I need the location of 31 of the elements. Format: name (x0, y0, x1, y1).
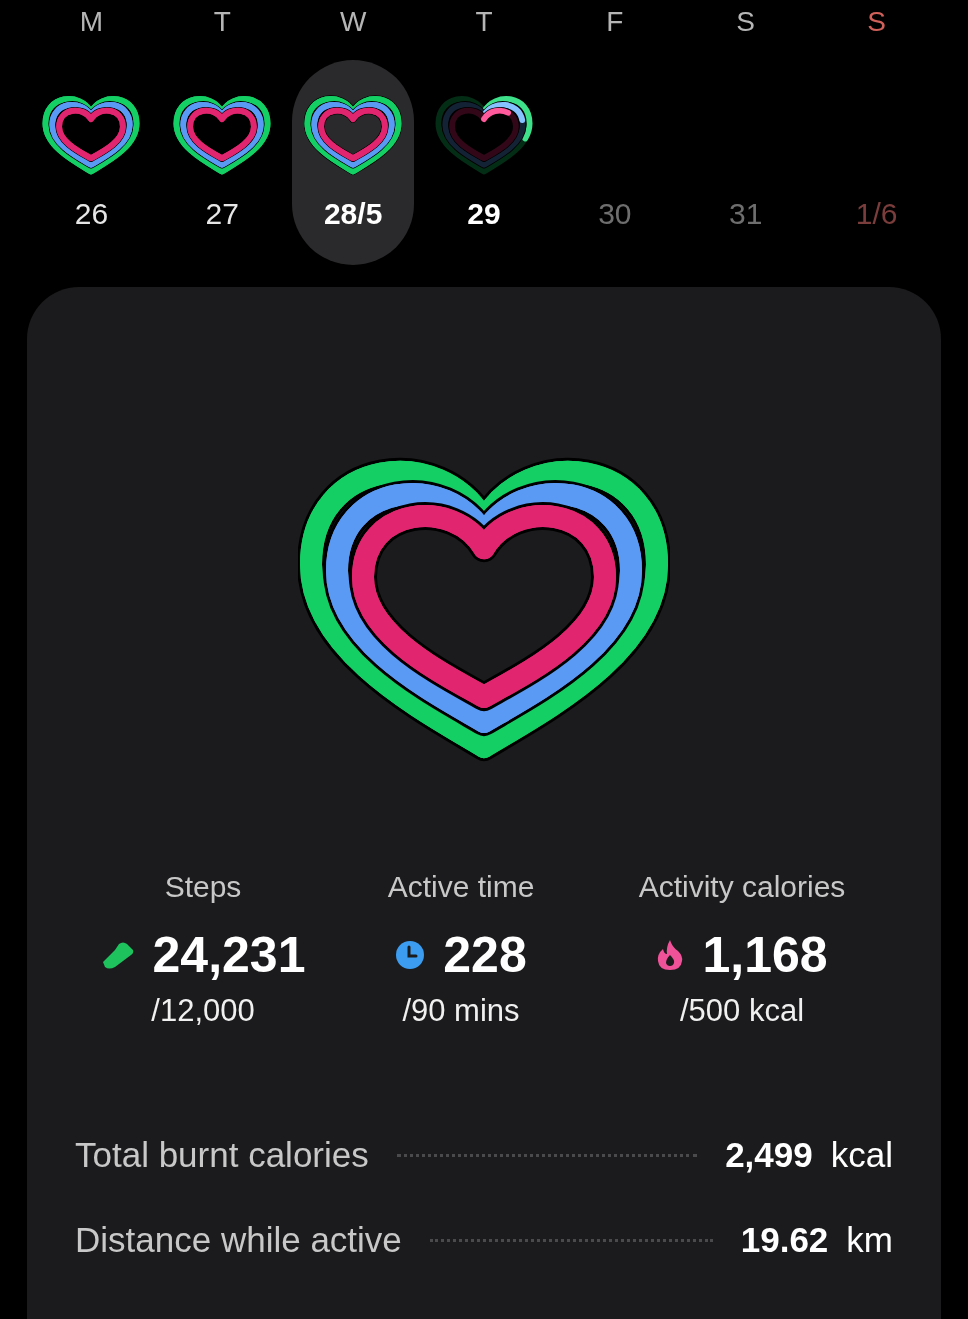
detail-value: 19.62 (740, 1219, 829, 1261)
day-button[interactable]: 30 (553, 60, 676, 265)
day-button[interactable]: 26 (30, 60, 153, 265)
detail-value: 2,499 (725, 1134, 813, 1176)
stat-label: Active time (387, 869, 535, 905)
weekday-label: S (736, 5, 756, 39)
stat-goal: /12,000 (151, 993, 255, 1029)
detail-label: Distance while active (75, 1219, 402, 1261)
stat-goal: /500 kcal (679, 993, 805, 1029)
stat-label: Activity calories (638, 869, 846, 905)
detail-unit: km (846, 1219, 893, 1261)
day-button[interactable]: 27 (161, 60, 284, 265)
clock-icon (395, 940, 426, 970)
weekday-label: W (339, 5, 367, 39)
weekday-label: T (213, 5, 231, 39)
day-button[interactable]: 28/5 (292, 60, 415, 265)
stat-value: 1,168 (702, 927, 828, 983)
flame-icon (656, 939, 685, 971)
day-button[interactable]: 31 (684, 60, 807, 265)
stat-label: Steps (164, 869, 242, 905)
weekday-label: F (606, 5, 624, 39)
detail-unit: kcal (830, 1134, 893, 1176)
stat-value: 24,231 (152, 927, 306, 983)
weekday-label: M (79, 5, 104, 39)
stat-goal: /90 mins (402, 993, 520, 1029)
day-button[interactable]: 29 (423, 60, 545, 265)
weekday-label: T (475, 5, 493, 39)
shoe-icon (100, 940, 135, 970)
weekday-label: S (867, 5, 886, 39)
stat-value: 228 (443, 927, 527, 983)
detail-label: Total burnt calories (75, 1134, 369, 1176)
